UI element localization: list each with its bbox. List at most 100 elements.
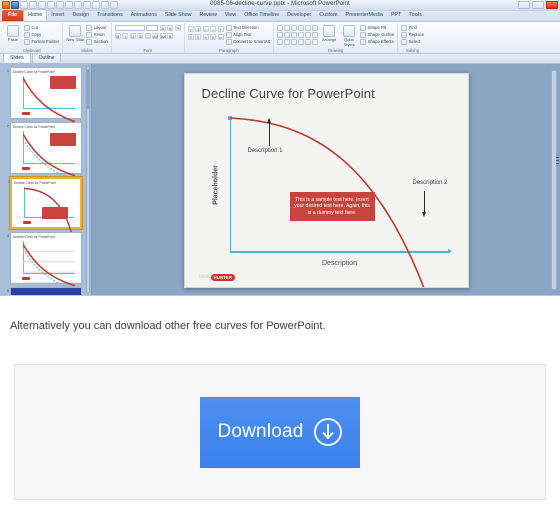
- tab-slide-show[interactable]: Slide Show: [161, 10, 196, 21]
- sample-text-box[interactable]: This is a sample text here. Insert your …: [289, 191, 375, 222]
- shape-elbow-icon[interactable]: [291, 32, 298, 38]
- tab-custom[interactable]: Custom: [315, 10, 341, 21]
- shape-triangle-icon[interactable]: [284, 32, 291, 38]
- slide-thumbnail-4[interactable]: 4 Decline Curve for PowerPoint: [7, 232, 82, 291]
- reset-button[interactable]: Reset: [86, 32, 107, 38]
- ribbon-tabs[interactable]: File Home Insert Design Transitions Anim…: [0, 9, 560, 22]
- line-spacing-button[interactable]: ↕: [217, 26, 224, 32]
- slide-thumbnail-3[interactable]: 3 Decline Curve for PowerPoint: [8, 177, 82, 237]
- thumbnail-scrollbar[interactable]: [86, 66, 90, 294]
- section-button[interactable]: Section: [86, 39, 108, 45]
- underline-button[interactable]: U: [129, 33, 136, 39]
- shapes-gallery[interactable]: [277, 24, 319, 45]
- bold-button[interactable]: B: [114, 33, 121, 39]
- shape-rounded-icon[interactable]: [312, 25, 319, 31]
- slide-thumbnail-2[interactable]: 2 Decline Curve for PowerPoint: [7, 122, 82, 181]
- pane-tabs[interactable]: Slides Outline: [0, 52, 560, 64]
- tab-tools[interactable]: Tools: [405, 10, 425, 21]
- copy-button[interactable]: Copy: [24, 32, 59, 38]
- download-button[interactable]: Download: [200, 396, 360, 468]
- clear-formatting-button[interactable]: ↷: [174, 25, 181, 31]
- shape-outline-label: Shape Outline: [367, 32, 395, 37]
- text-direction-button[interactable]: Text Direction: [225, 25, 271, 31]
- slide-thumbnail-pane[interactable]: 1 Decline Curve for PowerPoint 2 Decline…: [0, 64, 92, 295]
- find-button[interactable]: Find: [401, 25, 424, 31]
- arrange-button[interactable]: Arrange: [320, 24, 338, 43]
- shape-square-icon[interactable]: [284, 25, 291, 31]
- decrease-indent-button[interactable]: ←: [202, 26, 209, 32]
- tab-home[interactable]: Home: [23, 9, 48, 21]
- bullets-button[interactable]: •: [187, 26, 194, 32]
- format-painter-button[interactable]: Format Painter: [24, 39, 59, 45]
- paste-button[interactable]: Paste: [4, 24, 22, 43]
- arrange-label: Arrange: [322, 37, 337, 42]
- character-spacing-button[interactable]: AV: [152, 33, 158, 39]
- shape-line-icon[interactable]: [291, 25, 298, 31]
- view-options-icon[interactable]: [556, 156, 559, 164]
- shape-outline-button[interactable]: Shape Outline: [360, 32, 394, 38]
- numbering-button[interactable]: 1: [195, 26, 202, 32]
- shape-curve-icon[interactable]: [298, 32, 305, 38]
- align-center-button[interactable]: ≡: [195, 34, 202, 40]
- shape-brace-right-icon[interactable]: [305, 39, 312, 45]
- justify-button[interactable]: ≡: [210, 34, 217, 40]
- select-button[interactable]: Select: [401, 39, 424, 45]
- replace-button[interactable]: Replace: [401, 32, 424, 38]
- quick-styles-button[interactable]: Quick Styles: [340, 24, 358, 47]
- tab-presentermedia[interactable]: PresenterMedia: [342, 10, 387, 21]
- tab-insert[interactable]: Insert: [47, 10, 68, 21]
- font-color-button[interactable]: A: [167, 33, 174, 39]
- change-case-button[interactable]: Aa: [159, 33, 166, 39]
- shape-circle-icon[interactable]: [305, 32, 312, 38]
- cut-button[interactable]: Cut: [24, 25, 59, 31]
- font-name-input[interactable]: [114, 25, 145, 31]
- thumbnail-scrollbar-thumb[interactable]: [87, 69, 89, 109]
- italic-button[interactable]: I: [122, 33, 129, 39]
- shape-effects-button[interactable]: Shape Effects: [360, 39, 394, 45]
- tab-animations[interactable]: Animations: [127, 10, 161, 21]
- align-text-button[interactable]: Align Text: [225, 32, 271, 38]
- shape-brace-left-icon[interactable]: [298, 39, 305, 45]
- new-slide-icon: [69, 25, 82, 37]
- increase-font-size-button[interactable]: A: [159, 25, 166, 31]
- convert-smartart-button[interactable]: Convert to SmartArt: [225, 39, 270, 45]
- shape-scribble-icon[interactable]: [284, 39, 291, 45]
- shape-pentagon-icon[interactable]: [312, 32, 319, 38]
- tab-review[interactable]: Review: [195, 10, 220, 21]
- current-slide[interactable]: Decline Curve for PowerPoint Placeholder…: [183, 72, 469, 288]
- shape-roundrect-icon[interactable]: [277, 32, 284, 38]
- shapes-more-icon[interactable]: [312, 39, 319, 45]
- smartart-icon: [225, 39, 232, 45]
- increase-indent-button[interactable]: →: [210, 26, 217, 32]
- tab-view[interactable]: View: [221, 10, 240, 21]
- columns-button[interactable]: ▭: [217, 34, 224, 40]
- tab-design[interactable]: Design: [69, 10, 94, 21]
- align-left-button[interactable]: ≡: [187, 34, 194, 40]
- slide-thumbnail-1[interactable]: 1 Decline Curve for PowerPoint: [7, 67, 82, 123]
- restore-button[interactable]: [532, 1, 544, 9]
- minimize-button[interactable]: [518, 1, 530, 9]
- tab-file[interactable]: File: [2, 10, 24, 21]
- slide-thumbnail-5[interactable]: 5: [7, 287, 82, 295]
- reset-label: Reset: [93, 32, 105, 37]
- tab-transitions[interactable]: Transitions: [93, 10, 127, 21]
- strikethrough-button[interactable]: ‒: [144, 33, 151, 39]
- layout-button[interactable]: Layout: [86, 25, 107, 31]
- shadow-button[interactable]: S: [137, 33, 144, 39]
- new-slide-button[interactable]: New Slide: [66, 24, 84, 43]
- tab-ppt[interactable]: PPT: [387, 10, 405, 21]
- shape-fill-button[interactable]: Shape Fill: [360, 25, 394, 31]
- align-right-button[interactable]: ≡: [202, 34, 209, 40]
- tab-developer[interactable]: Developer: [283, 10, 315, 21]
- decrease-font-size-button[interactable]: A: [167, 25, 174, 31]
- shape-oval-icon[interactable]: [305, 25, 312, 31]
- shape-zigzag-icon[interactable]: [291, 39, 298, 45]
- shape-freeform-icon[interactable]: [277, 39, 284, 45]
- slide-title[interactable]: Decline Curve for PowerPoint: [202, 86, 375, 101]
- shape-rectangle-icon[interactable]: [277, 25, 284, 31]
- window-controls[interactable]: [518, 1, 558, 9]
- close-button[interactable]: [546, 1, 558, 9]
- font-size-input[interactable]: [146, 25, 159, 31]
- shape-arrow-icon[interactable]: [298, 25, 305, 31]
- tab-office-timeline[interactable]: Office Timeline: [240, 10, 283, 21]
